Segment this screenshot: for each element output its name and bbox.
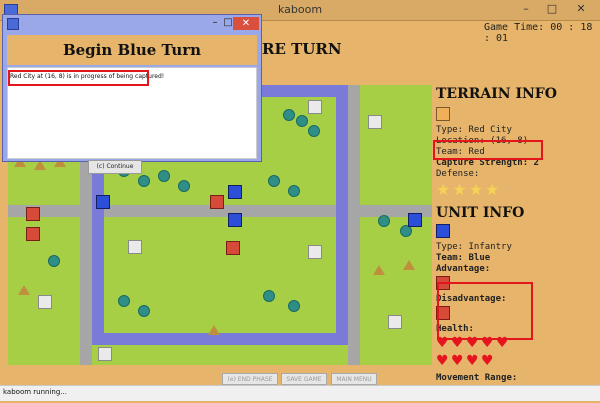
status-bar: kaboom running... — [0, 385, 600, 401]
unit-icon-row — [436, 223, 598, 242]
star-icon: ★ — [436, 180, 451, 199]
defense-stars: ★ ★ ★ ★ — [436, 180, 598, 199]
forest-tile — [263, 290, 275, 302]
building-tile — [388, 315, 402, 329]
dialog-close-button[interactable]: ✕ — [233, 17, 259, 30]
app-window: kaboom – □ ✕ Game Time: 00 : 18 : 01 RE … — [0, 0, 600, 403]
maximize-button[interactable]: □ — [540, 2, 564, 16]
heart-icon: ♥ — [466, 353, 479, 369]
mountain-tile — [373, 265, 385, 275]
forest-tile — [308, 125, 320, 137]
unit-team: Team: Blue — [436, 253, 491, 263]
mountain-tile — [18, 285, 30, 295]
highlight-health — [437, 282, 533, 340]
health-hearts: ♥ ♥ ♥ ♥ ♥ ♥ ♥ ♥ ♥ — [436, 335, 598, 369]
save-game-button[interactable]: SAVE GAME — [281, 373, 327, 385]
turn-dialog: – □ ✕ Begin Blue Turn Red City at (16, 8… — [2, 14, 262, 174]
forest-tile — [138, 305, 150, 317]
forest-tile — [118, 295, 130, 307]
main-menu-button[interactable]: MAIN MENU — [331, 373, 377, 385]
forest-tile — [178, 180, 190, 192]
dialog-minimize-button[interactable]: – — [207, 17, 223, 28]
forest-tile — [268, 175, 280, 187]
river — [92, 333, 348, 345]
building-tile — [128, 240, 142, 254]
highlight-dialog-message — [8, 70, 149, 86]
building-tile — [308, 100, 322, 114]
terrain-type: Type: Red City — [436, 125, 512, 135]
forest-tile — [48, 255, 60, 267]
forest-tile — [138, 175, 150, 187]
forest-tile — [378, 215, 390, 227]
building-tile — [368, 115, 382, 129]
blue-unit[interactable] — [228, 213, 242, 227]
infantry-icon — [436, 224, 450, 238]
forest-tile — [288, 300, 300, 312]
continue-button[interactable]: (c) Continue — [88, 160, 142, 174]
red-city-tile[interactable] — [226, 241, 240, 255]
game-time: Game Time: 00 : 18 : 01 — [484, 22, 600, 44]
status-text: kaboom running... — [3, 388, 67, 396]
forest-tile — [283, 109, 295, 121]
dialog-message-area: Red City at (16, 8) is in progress of be… — [7, 67, 257, 159]
heart-icon: ♥ — [436, 353, 449, 369]
red-city-icon — [436, 107, 450, 121]
building-tile — [38, 295, 52, 309]
blue-infantry-unit[interactable] — [228, 185, 242, 199]
red-city-tile[interactable] — [26, 207, 40, 221]
blue-unit[interactable] — [96, 195, 110, 209]
star-icon: ★ — [468, 180, 484, 199]
heart-icon: ♥ — [451, 353, 464, 369]
unit-info-title: UNIT INFO — [436, 205, 525, 221]
mountain-tile — [403, 260, 415, 270]
forest-tile — [288, 185, 300, 197]
star-icon: ★ — [452, 180, 467, 199]
forest-tile — [158, 170, 170, 182]
turn-banner-behind: RE TURN — [262, 40, 342, 58]
red-city-tile[interactable] — [26, 227, 40, 241]
mountain-tile — [208, 325, 220, 335]
star-icon: ★ — [485, 180, 500, 199]
game-time-label: Game Time: — [484, 22, 545, 33]
advantage-label: Advantage: — [436, 264, 491, 274]
river — [336, 97, 348, 333]
blue-unit[interactable] — [408, 213, 422, 227]
defense-label: Defense: — [436, 169, 480, 179]
dialog-icon — [7, 18, 19, 30]
building-tile — [98, 347, 112, 361]
minimize-button[interactable]: – — [514, 2, 538, 16]
road-vertical — [348, 85, 360, 365]
close-button[interactable]: ✕ — [566, 2, 596, 16]
end-phase-button[interactable]: (e) END PHASE — [222, 373, 278, 385]
heart-icon: ♥ — [481, 353, 494, 369]
dialog-banner: Begin Blue Turn — [7, 35, 257, 65]
dialog-banner-text: Begin Blue Turn — [62, 41, 202, 59]
unit-type: Type: Infantry — [436, 242, 512, 252]
forest-tile — [296, 115, 308, 127]
red-city-tile[interactable] — [210, 195, 224, 209]
terrain-icon-row — [436, 106, 598, 125]
movement-label: Movement Range: — [436, 373, 518, 383]
dialog-title-bar: – □ ✕ — [3, 15, 261, 33]
highlight-capture-strength — [433, 140, 543, 160]
dialog-maximize-button[interactable]: □ — [223, 17, 233, 28]
building-tile — [308, 245, 322, 259]
terrain-info-title: TERRAIN INFO — [436, 86, 557, 102]
info-panel: TERRAIN INFO Type: Red City Location: (1… — [436, 86, 598, 403]
